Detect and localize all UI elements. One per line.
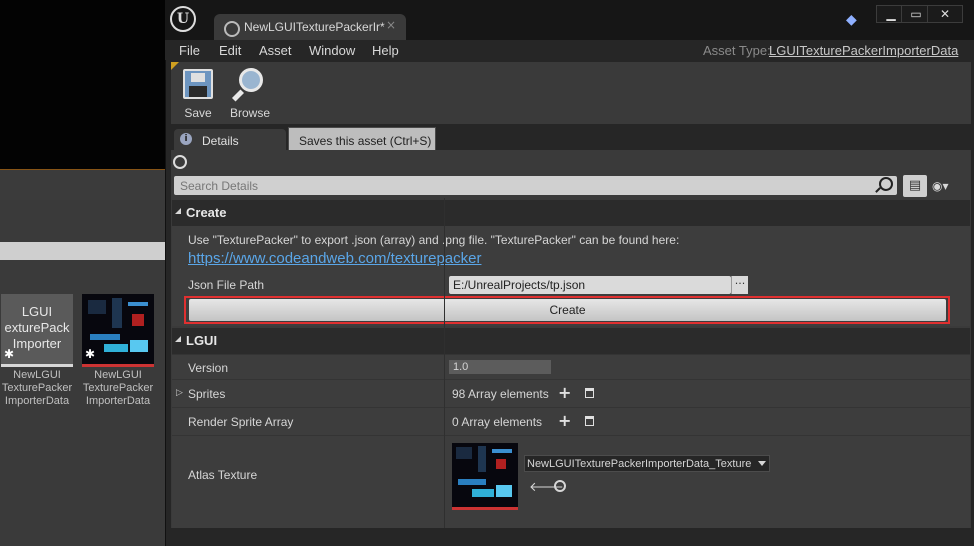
atlas-texture-dropdown[interactable]: NewLGUITexturePackerImporterData_Texture xyxy=(524,455,770,472)
create-description: Use "TexturePacker" to export .json (arr… xyxy=(188,233,680,247)
lock-circle-icon[interactable] xyxy=(173,155,187,169)
details-tab-label: Details xyxy=(202,134,239,148)
info-icon: i xyxy=(180,133,192,145)
asset-name-2: NewLGUI TexturePacker ImporterData xyxy=(82,369,154,407)
search-placeholder: Search Details xyxy=(180,179,259,193)
browse-path-button[interactable]: ··· xyxy=(731,276,748,294)
view-options-eye-icon[interactable]: ◉▾ xyxy=(932,176,964,196)
version-label: Version xyxy=(188,361,229,375)
content-browser-path-bar[interactable] xyxy=(0,242,166,260)
expand-arrow-icon[interactable]: ▷ xyxy=(176,388,183,398)
document-tab[interactable]: NewLGUITexturePackerIr* × xyxy=(214,14,406,40)
version-field: 1.0 xyxy=(449,360,551,374)
asset-tab-icon xyxy=(224,21,240,37)
asset-type-label: Asset Type: xyxy=(703,43,771,58)
asset-thumbnail-text: LGUI exturePack Importer xyxy=(4,304,70,351)
render-sprite-label: Render Sprite Array xyxy=(188,415,294,429)
property-matrix-button[interactable]: ▤ xyxy=(903,175,927,197)
delete-all-icon[interactable] xyxy=(585,416,594,426)
unreal-logo-icon: U xyxy=(170,6,196,32)
create-button[interactable]: Create xyxy=(189,299,946,321)
asset-type-link[interactable]: LGUITexturePackerImporterData xyxy=(769,43,958,58)
panel-bottom xyxy=(171,528,971,546)
find-in-browser-icon[interactable] xyxy=(554,480,566,492)
asset-thumbnail-texture[interactable]: ✱ xyxy=(82,294,154,367)
browse-button[interactable]: Browse xyxy=(222,66,278,122)
sprites-label: Sprites xyxy=(188,387,226,401)
json-file-path-label: Json File Path xyxy=(188,278,265,292)
add-element-icon[interactable]: + xyxy=(558,411,571,430)
save-label: Save xyxy=(184,106,212,120)
atlas-texture-label: Atlas Texture xyxy=(188,468,258,482)
browse-label: Browse xyxy=(229,106,270,120)
add-element-icon[interactable]: + xyxy=(558,383,571,402)
magnifier-icon xyxy=(239,68,263,92)
render-sprite-value: 0 Array elements xyxy=(452,415,543,429)
document-tab-label: NewLGUITexturePackerIr* xyxy=(244,20,385,34)
category-lgui-title: LGUI xyxy=(186,333,218,348)
category-create[interactable]: Create xyxy=(172,200,970,226)
asset-star-icon: ✱ xyxy=(85,347,96,361)
collapse-arrow-icon xyxy=(175,336,181,342)
close-button[interactable]: ✕ xyxy=(927,5,963,23)
texturepacker-link[interactable]: https://www.codeandweb.com/texturepacker xyxy=(188,250,481,267)
asset-name-1: NewLGUI TexturePacker ImporterData xyxy=(1,369,73,407)
content-browser-header xyxy=(0,170,166,200)
atlas-texture-thumbnail[interactable] xyxy=(452,443,518,510)
sprites-value: 98 Array elements xyxy=(452,387,549,401)
column-splitter[interactable] xyxy=(444,198,445,528)
search-details-input[interactable]: Search Details xyxy=(174,176,897,195)
atlas-texture-row xyxy=(172,435,970,528)
learn-hat-icon[interactable]: ◆ xyxy=(846,12,866,30)
json-file-path-input[interactable]: E:/UnrealProjects/tp.json xyxy=(449,276,731,294)
menu-edit[interactable]: Edit xyxy=(219,43,241,58)
category-create-title: Create xyxy=(186,205,227,220)
collapse-arrow-icon xyxy=(175,208,181,214)
asset-star-icon: ✱ xyxy=(4,347,15,361)
delete-all-icon[interactable] xyxy=(585,388,594,398)
tab-close-icon[interactable]: × xyxy=(386,18,396,32)
asset-thumbnail-importer[interactable]: LGUI exturePack Importer ✱ xyxy=(1,294,73,367)
menu-window[interactable]: Window xyxy=(309,43,355,58)
viewport-background xyxy=(0,0,166,170)
menu-asset[interactable]: Asset xyxy=(259,43,292,58)
save-button[interactable]: Save xyxy=(170,66,226,122)
menu-file[interactable]: File xyxy=(179,43,200,58)
toolbar xyxy=(171,62,971,124)
category-lgui[interactable]: LGUI xyxy=(172,328,970,354)
menu-help[interactable]: Help xyxy=(372,43,399,58)
chevron-down-icon xyxy=(758,461,766,466)
search-icon xyxy=(879,177,893,191)
save-icon xyxy=(183,69,213,99)
